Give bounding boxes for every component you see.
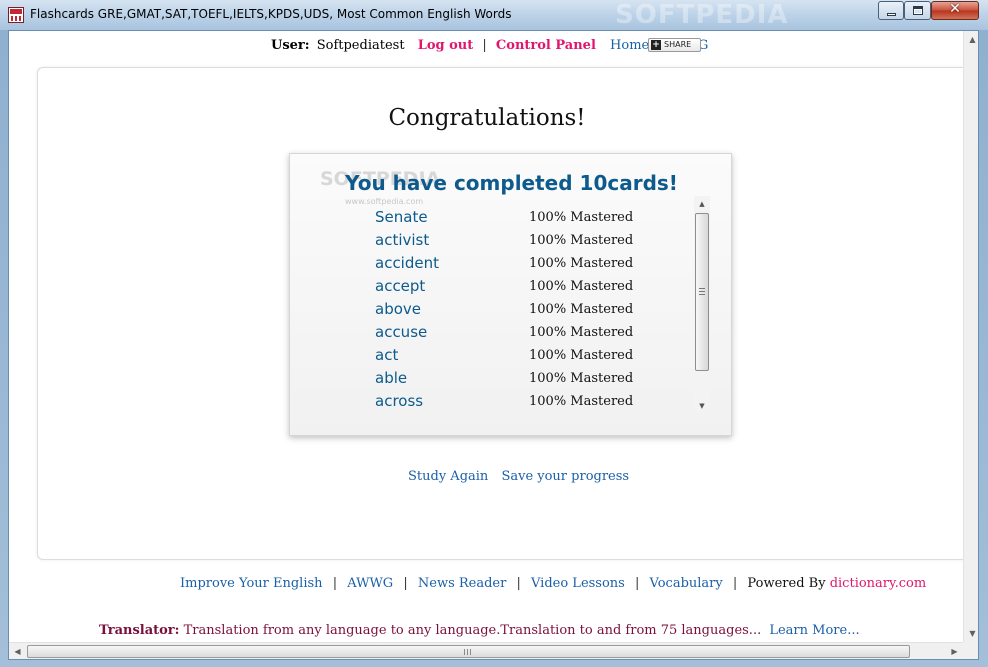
card-status: 100% Mastered [529, 279, 634, 294]
footer-link-video-lessons[interactable]: Video Lessons [531, 576, 625, 591]
footer-separator: | [516, 576, 521, 591]
dictionary-link[interactable]: dictionary.com [830, 576, 927, 591]
scroll-down-arrow-icon[interactable]: ▼ [694, 398, 710, 414]
save-progress-link[interactable]: Save your progress [501, 469, 629, 484]
card-word: accident [375, 254, 439, 272]
softpedia-watermark-url: www.softpedia.com [345, 197, 424, 206]
minimize-icon [887, 13, 896, 16]
list-item: above 100% Mastered [375, 300, 695, 323]
list-item: act 100% Mastered [375, 346, 695, 369]
powered-by-label: Powered By [747, 576, 826, 591]
card-results-list: Senate 100% Mastered activist 100% Maste… [375, 208, 695, 410]
footer-links: Improve Your English | AWWG | News Reade… [180, 576, 926, 591]
results-scroll-thumb[interactable] [695, 213, 709, 371]
footer-separator: | [732, 576, 738, 591]
maximize-button[interactable] [904, 1, 931, 20]
card-word: act [375, 346, 399, 364]
card-status: 100% Mastered [529, 371, 634, 386]
scroll-right-icon[interactable]: ▶ [946, 643, 963, 659]
learn-more-link[interactable]: Learn More... [769, 623, 859, 638]
list-item: activist 100% Mastered [375, 231, 695, 254]
results-scrollbar[interactable]: ▲ ▼ [694, 196, 710, 414]
grip-icon [464, 649, 473, 655]
list-item: across 100% Mastered [375, 392, 695, 415]
result-title: You have completed 10cards! [345, 171, 678, 195]
footer-link-awwg[interactable]: AWWG [347, 576, 393, 591]
card-word: activist [375, 231, 430, 249]
page-vertical-scrollbar[interactable]: ▲ ▼ [963, 31, 978, 642]
nav-separator: | [482, 38, 487, 53]
horizontal-scroll-thumb[interactable] [27, 645, 910, 658]
grip-icon [699, 288, 705, 295]
page-heading: Congratulations! [388, 105, 586, 131]
list-item: able 100% Mastered [375, 369, 695, 392]
scroll-up-icon[interactable]: ▲ [964, 31, 978, 48]
card-word: across [375, 392, 424, 410]
page-horizontal-scrollbar[interactable]: ◀ ▶ [9, 642, 963, 659]
scroll-down-icon[interactable]: ▼ [964, 625, 978, 642]
title-bar[interactable]: Flashcards GRE,GMAT,SAT,TOEFL,IELTS,KPDS… [0, 0, 988, 30]
card-status: 100% Mastered [529, 233, 634, 248]
card-status: 100% Mastered [529, 348, 634, 363]
result-box: SOFTPEDIA www.softpedia.com You have com… [289, 153, 732, 436]
footer-link-news-reader[interactable]: News Reader [418, 576, 506, 591]
footer-separator: | [635, 576, 640, 591]
close-button[interactable]: ✕ [931, 1, 979, 20]
user-label: User: [271, 38, 310, 53]
translator-promo: Translator: Translation from any languag… [99, 623, 860, 638]
footer-separator: | [332, 576, 338, 591]
control-panel-link[interactable]: Control Panel [496, 38, 596, 53]
scrollbar-corner [963, 642, 978, 659]
scroll-up-arrow-icon[interactable]: ▲ [694, 196, 710, 212]
list-item: accident 100% Mastered [375, 254, 695, 277]
card-status: 100% Mastered [529, 210, 634, 225]
card-word: above [375, 300, 421, 318]
minimize-button[interactable] [878, 1, 904, 20]
browser-content: User: Softpediatest Log out | Control Pa… [8, 30, 979, 660]
list-item: Senate 100% Mastered [375, 208, 695, 231]
card-word: able [375, 369, 408, 387]
softpedia-watermark: SOFTPEDIA [615, 0, 789, 30]
card-word: Senate [375, 208, 428, 226]
card-status: 100% Mastered [529, 325, 634, 340]
result-actions: Study Again Save your progress [408, 469, 629, 484]
user-name: Softpediatest [316, 38, 405, 53]
app-icon[interactable] [8, 7, 24, 23]
footer-link-improve-english[interactable]: Improve Your English [180, 576, 323, 591]
card-status: 100% Mastered [529, 302, 634, 317]
card-word: accept [375, 277, 426, 295]
share-button[interactable]: + SHARE [648, 38, 701, 52]
app-window: Flashcards GRE,GMAT,SAT,TOEFL,IELTS,KPDS… [0, 0, 988, 667]
card-word: accuse [375, 323, 428, 341]
study-again-link[interactable]: Study Again [408, 469, 488, 484]
list-item: accuse 100% Mastered [375, 323, 695, 346]
footer-separator: | [403, 576, 408, 591]
logout-link[interactable]: Log out [418, 38, 474, 53]
translator-label: Translator: [99, 623, 180, 638]
share-plus-icon: + [651, 40, 661, 50]
footer-link-vocabulary[interactable]: Vocabulary [650, 576, 723, 591]
scroll-left-icon[interactable]: ◀ [9, 643, 26, 659]
close-icon: ✕ [949, 1, 961, 17]
list-item: accept 100% Mastered [375, 277, 695, 300]
card-status: 100% Mastered [529, 256, 634, 271]
window-title: Flashcards GRE,GMAT,SAT,TOEFL,IELTS,KPDS… [30, 7, 512, 21]
maximize-icon [913, 6, 923, 15]
home-link[interactable]: Home [610, 38, 649, 53]
card-status: 100% Mastered [529, 394, 634, 409]
top-navigation: User: Softpediatest Log out | Control Pa… [271, 38, 708, 53]
share-label: SHARE [664, 40, 692, 49]
translator-description: Translation from any language to any lan… [183, 623, 762, 638]
